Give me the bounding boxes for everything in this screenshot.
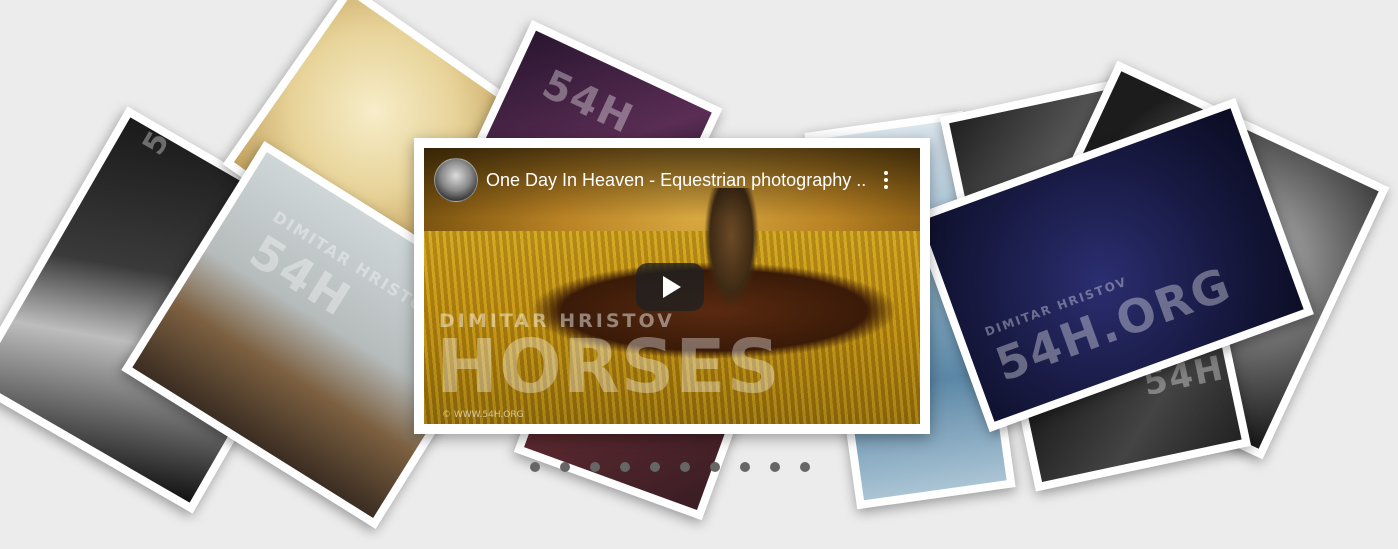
video-watermark-url: © WWW.54H.ORG [442, 410, 524, 420]
more-dot [884, 171, 888, 175]
video-watermark-title: HORSES [436, 324, 781, 410]
more-dot [884, 178, 888, 182]
pagination-dots [530, 462, 810, 472]
pagination-dot[interactable] [650, 462, 660, 472]
video-player[interactable]: DIMITAR HRISTOV HORSES © WWW.54H.ORG One… [424, 148, 920, 424]
play-button[interactable] [636, 263, 704, 311]
play-icon [663, 276, 681, 298]
pagination-dot[interactable] [590, 462, 600, 472]
channel-avatar[interactable] [434, 158, 478, 202]
pagination-dot[interactable] [800, 462, 810, 472]
pagination-dot[interactable] [530, 462, 540, 472]
pagination-dot[interactable] [560, 462, 570, 472]
more-vert-icon[interactable] [876, 168, 896, 192]
pagination-dot[interactable] [620, 462, 630, 472]
pagination-dot[interactable] [710, 462, 720, 472]
pagination-dot[interactable] [770, 462, 780, 472]
video-title[interactable]: One Day In Heaven - Equestrian photograp… [486, 170, 866, 191]
pagination-dot[interactable] [740, 462, 750, 472]
pagination-dot[interactable] [680, 462, 690, 472]
video-card[interactable]: DIMITAR HRISTOV HORSES © WWW.54H.ORG One… [414, 138, 930, 434]
watermark-text: 54H [535, 61, 641, 144]
more-dot [884, 185, 888, 189]
